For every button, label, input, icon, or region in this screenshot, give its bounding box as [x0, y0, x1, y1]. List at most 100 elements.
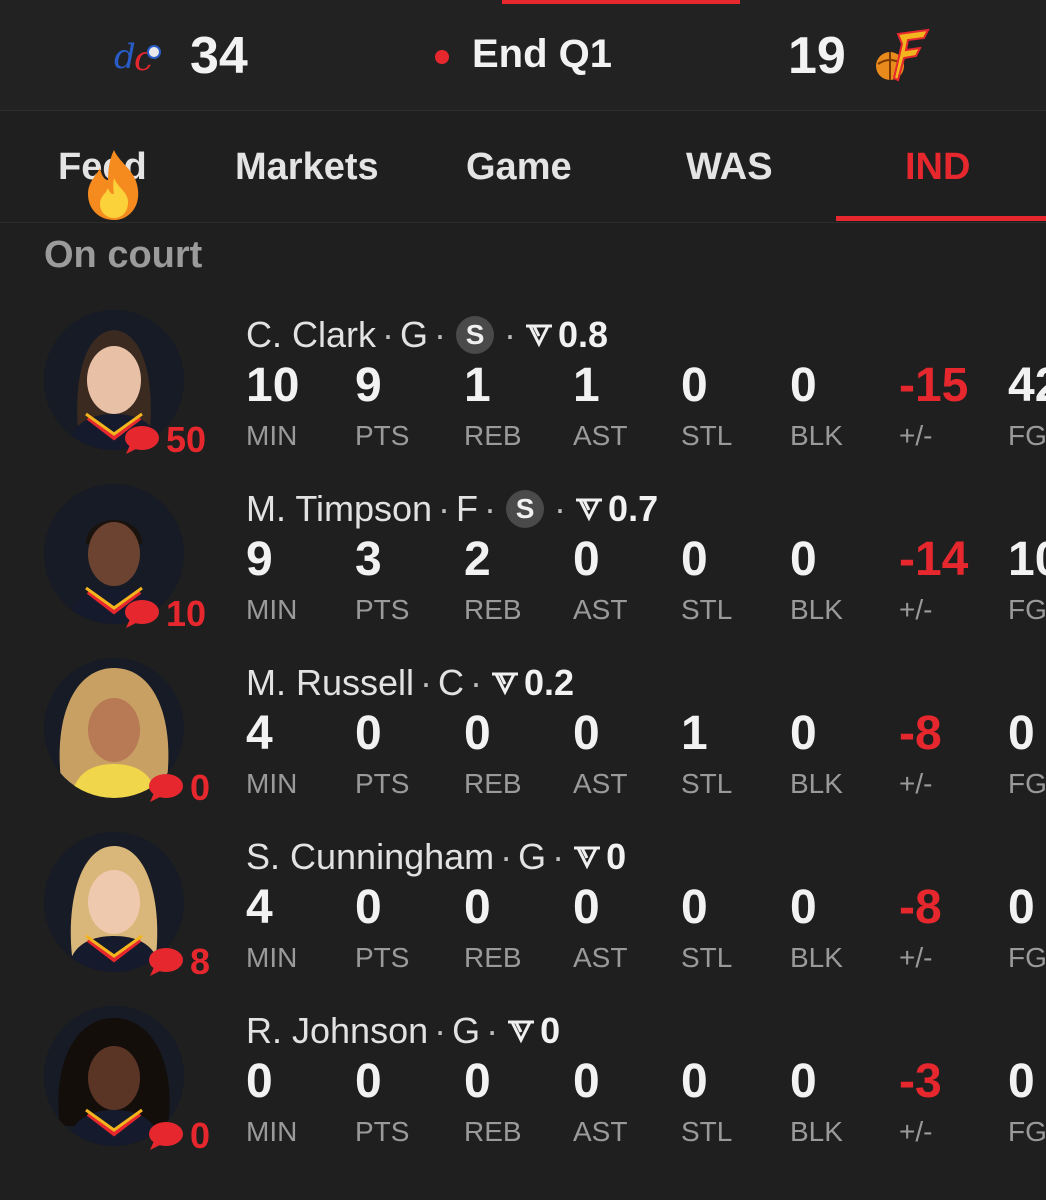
player-name: M. Russell	[246, 662, 415, 703]
player-name: R. Johnson	[246, 1010, 429, 1051]
comment-icon	[125, 426, 159, 454]
stat-min: 4 MIN	[246, 707, 298, 799]
stat-reb: 2 REB	[464, 533, 522, 625]
dc-mystics-logo-icon: d c	[112, 28, 172, 84]
stat-pts: 0 PTS	[355, 1055, 410, 1147]
player-row[interactable]: 8 S. Cunningham · G · 0 4 MIN 0 PTS 0 REB 0…	[0, 832, 1046, 1006]
stat-ast: 0 AST	[573, 533, 628, 625]
svg-text:c: c	[134, 39, 153, 79]
stat-pts: 3 PTS	[355, 533, 410, 625]
comment-count: 8	[190, 941, 211, 982]
player-info: M. Timpson · F · S · 0.7	[246, 488, 659, 529]
player-info: S. Cunningham · G · 0	[246, 836, 627, 877]
stat-blk: 0 BLK	[790, 533, 843, 625]
svg-text:d: d	[114, 37, 136, 77]
comment-badge[interactable]: 50	[124, 419, 207, 460]
stat-stl: 0 STL	[681, 533, 733, 625]
stat-stl: 1 STL	[681, 707, 733, 799]
stat-stl: 0 STL	[681, 359, 733, 451]
comment-badge[interactable]: 0	[148, 767, 211, 808]
active-tab-indicator	[836, 216, 1046, 221]
player-row[interactable]: 50 C. Clark · G · S · 0.8 10 MIN 9 PTS 1 RE…	[0, 310, 1046, 484]
player-info: R. Johnson · G · 0	[246, 1010, 561, 1051]
rating-icon	[576, 498, 603, 522]
tab-was[interactable]: WAS	[686, 146, 773, 189]
rating-icon	[492, 672, 519, 696]
starter-badge: S	[506, 490, 545, 528]
game-status: End Q1	[472, 32, 613, 76]
stat-min: 0 MIN	[246, 1055, 298, 1147]
stat-pts: 0 PTS	[355, 881, 410, 973]
stat-ast: 0 AST	[573, 881, 628, 973]
away-score: 19	[788, 27, 846, 85]
rating-icon	[574, 846, 601, 870]
comment-icon	[149, 1122, 183, 1150]
stat-reb: 0 REB	[464, 707, 522, 799]
stat-blk: 0 BLK	[790, 707, 843, 799]
stat-pts: 9 PTS	[355, 359, 410, 451]
player-rating: 0	[540, 1010, 561, 1051]
stat-stl: 0 STL	[681, 1055, 733, 1147]
comment-count: 50	[166, 419, 207, 460]
stat-stl: 0 STL	[681, 881, 733, 973]
tab-markets[interactable]: Markets	[235, 146, 379, 189]
player-row[interactable]: 0 M. Russell · C · 0.2 4 MIN 0 PTS 0 REB 0A…	[0, 658, 1046, 832]
score-header[interactable]: d c 34 End Q1 19	[0, 0, 1046, 111]
stat-min: 4 MIN	[246, 881, 298, 973]
stat-plus-minus: -14 +/-	[899, 533, 969, 625]
player-position: G	[400, 314, 429, 355]
fire-icon	[78, 148, 150, 222]
stat-ast: 0 AST	[573, 707, 628, 799]
player-rating: 0	[606, 836, 627, 877]
indiana-fever-logo-icon	[872, 26, 934, 84]
comment-count: 0	[190, 767, 211, 808]
player-row[interactable]: 10 M. Timpson · F · S · 0.7 9 MIN 3 PTS 2R…	[0, 484, 1046, 658]
stat-plus-minus: -8 +/-	[899, 881, 942, 973]
home-score: 34	[190, 27, 248, 85]
comment-count: 10	[166, 593, 207, 634]
player-position: G	[518, 836, 547, 877]
stat-plus-minus: -15 +/-	[899, 359, 969, 451]
player-info: C. Clark · G · S · 0.8	[246, 314, 609, 355]
comment-badge[interactable]: 10	[124, 593, 207, 634]
stat-fg: 10FG	[1008, 533, 1046, 625]
stat-reb: 1 REB	[464, 359, 522, 451]
comment-icon	[149, 774, 183, 802]
comment-icon	[125, 600, 159, 628]
stat-fg: 0 FG	[1008, 881, 1046, 973]
starter-badge: S	[456, 316, 495, 354]
stat-min: 9 MIN	[246, 533, 298, 625]
player-row[interactable]: 0 R. Johnson · G · 0 0 MIN 0 PTS 0 REB 0 AST…	[0, 1006, 1046, 1180]
tab-game[interactable]: Game	[466, 146, 572, 189]
comment-count: 0	[190, 1115, 211, 1156]
stat-ast: 0 AST	[573, 1055, 628, 1147]
stat-blk: 0 BLK	[790, 1055, 843, 1147]
comment-icon	[149, 948, 183, 976]
player-position: F	[456, 488, 479, 529]
player-name: C. Clark	[246, 314, 377, 355]
tab-bar: Feed Markets Game WAS IND	[0, 112, 1046, 223]
stat-reb: 0 REB	[464, 881, 522, 973]
player-name: S. Cunningham	[246, 836, 495, 877]
player-rating: 0.8	[558, 314, 609, 355]
stat-plus-minus: -3 +/-	[899, 1055, 942, 1147]
comment-badge[interactable]: 0	[148, 1115, 211, 1156]
stat-fg: 0 FG	[1008, 707, 1046, 799]
tab-ind[interactable]: IND	[905, 146, 970, 189]
rating-icon	[526, 324, 553, 348]
stat-reb: 0 REB	[464, 1055, 522, 1147]
player-rating: 0.7	[608, 488, 659, 529]
stat-ast: 1 AST	[573, 359, 628, 451]
stat-fg: 42FG	[1008, 359, 1046, 451]
stat-blk: 0 BLK	[790, 881, 843, 973]
stat-plus-minus: -8 +/-	[899, 707, 942, 799]
comment-badge[interactable]: 8	[148, 941, 211, 982]
rating-icon	[508, 1020, 535, 1044]
player-rating: 0.2	[524, 662, 575, 703]
boxscore-screen: d c 34 End Q1 19 Feed Markets Game WAS I…	[0, 0, 1046, 1200]
stat-fg: 0 FG	[1008, 1055, 1046, 1147]
player-name: M. Timpson	[246, 488, 433, 529]
stat-pts: 0 PTS	[355, 707, 410, 799]
active-game-indicator	[502, 0, 740, 4]
player-position: G	[452, 1010, 481, 1051]
